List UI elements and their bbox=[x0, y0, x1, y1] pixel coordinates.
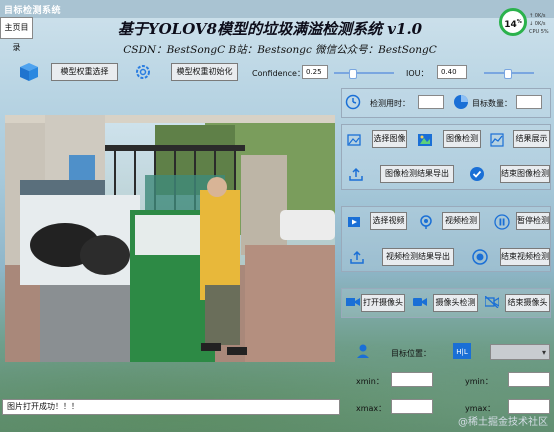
image-detect-button[interactable]: 图像检测 bbox=[443, 130, 481, 148]
cpu-gauge: 14% bbox=[499, 8, 527, 36]
confidence-label: Confidence： bbox=[252, 69, 305, 78]
performance-widget: 14% ↑ 0K/s ↓ 0K/s CPU 5% bbox=[499, 8, 549, 40]
confidence-spinbox[interactable]: 0.25 bbox=[302, 65, 328, 79]
target-box-icon: H|L bbox=[453, 343, 471, 359]
confidence-slider-handle[interactable] bbox=[349, 69, 357, 79]
open-camera-button[interactable]: 打开摄像头 bbox=[361, 294, 405, 312]
pie-chart-icon bbox=[454, 95, 468, 109]
select-image-button[interactable]: 选择图像 bbox=[372, 130, 407, 148]
time-value bbox=[418, 95, 444, 109]
count-label: 目标数量： bbox=[472, 99, 512, 108]
iou-slider-handle[interactable] bbox=[504, 69, 512, 79]
video-export-icon bbox=[350, 250, 364, 264]
select-video-button[interactable]: 选择视频 bbox=[370, 212, 407, 230]
ymin-field bbox=[508, 372, 550, 387]
ymin-label: ymin： bbox=[465, 377, 493, 386]
time-label: 检测用时： bbox=[370, 99, 410, 108]
confidence-slider[interactable] bbox=[334, 69, 394, 79]
xmax-label: xmax： bbox=[356, 404, 387, 413]
app-window: 目标检测系统 主页目录 基于YOLOV8模型的垃圾满溢检测系统 v1.0 CSD… bbox=[0, 0, 554, 432]
target-select[interactable]: ▾ bbox=[490, 344, 550, 360]
video-detect-button[interactable]: 视频检测 bbox=[442, 212, 480, 230]
upload-rate: ↑ 0K/s bbox=[529, 13, 546, 19]
end-image-detect-button[interactable]: 结束图像检测 bbox=[500, 165, 550, 183]
webcam-icon bbox=[413, 298, 427, 306]
page-title: 基于YOLOV8模型的垃圾满溢检测系统 v1.0 bbox=[117, 20, 423, 38]
status-bar: 图片打开成功！！！ bbox=[2, 399, 340, 415]
title-bar: 目标检测系统 bbox=[0, 0, 554, 18]
window-title: 目标检测系统 bbox=[4, 6, 62, 16]
page-subtitle: CSDN：BestSongC B站：Bestsongc 微信公众号：BestSo… bbox=[123, 44, 437, 56]
count-value bbox=[516, 95, 542, 109]
image-export-button[interactable]: 图像检测结果导出 bbox=[380, 165, 454, 183]
pause-icon bbox=[494, 214, 510, 230]
stop-circle-icon bbox=[472, 249, 488, 265]
pause-detect-button[interactable]: 暂停检测 bbox=[516, 212, 550, 230]
check-circle-icon bbox=[470, 167, 484, 181]
model-select-button[interactable]: 模型权重选择 bbox=[51, 63, 118, 81]
chevron-down-icon: ▾ bbox=[541, 348, 546, 357]
cpu-unit: % bbox=[516, 19, 522, 25]
image-detect-icon bbox=[418, 134, 432, 146]
cube-icon bbox=[20, 63, 38, 81]
image-icon bbox=[347, 134, 361, 146]
video-export-button[interactable]: 视频检测结果导出 bbox=[382, 248, 454, 266]
target-position-label: 目标位置： bbox=[391, 349, 431, 358]
ymax-field bbox=[508, 399, 550, 414]
camera-off-icon bbox=[485, 296, 499, 308]
cpu-percent: 14 bbox=[504, 20, 517, 30]
menu-tab[interactable]: 主页目录 bbox=[0, 17, 33, 52]
xmin-label: xmin： bbox=[356, 377, 384, 386]
network-stats: ↑ 0K/s ↓ 0K/s CPU 5% bbox=[529, 12, 549, 36]
video-file-icon bbox=[348, 217, 360, 227]
image-preview bbox=[5, 115, 335, 362]
xmin-field bbox=[391, 372, 433, 387]
download-rate: ↓ 0K/s bbox=[529, 21, 546, 27]
show-result-button[interactable]: 结果展示 bbox=[513, 130, 550, 148]
xmax-field bbox=[391, 399, 433, 414]
camera-icon bbox=[346, 298, 360, 306]
end-camera-button[interactable]: 结束摄像头 bbox=[505, 294, 550, 312]
svg-text:H|L: H|L bbox=[456, 348, 468, 356]
gear-icon bbox=[136, 65, 150, 79]
clock-icon bbox=[345, 94, 361, 110]
cpu-usage: CPU 5% bbox=[529, 29, 549, 35]
iou-spinbox[interactable]: 0.40 bbox=[437, 65, 467, 79]
camera-detect-button[interactable]: 摄像头检测 bbox=[433, 294, 478, 312]
upload-icon bbox=[349, 167, 363, 181]
end-video-detect-button[interactable]: 结束视频检测 bbox=[500, 248, 550, 266]
model-init-button[interactable]: 模型权重初始化 bbox=[171, 63, 238, 81]
iou-label: IOU： bbox=[406, 69, 429, 78]
iou-slider[interactable] bbox=[484, 69, 534, 79]
location-icon bbox=[357, 344, 369, 358]
chart-line-icon bbox=[490, 133, 504, 147]
video-detect-icon bbox=[420, 215, 432, 229]
watermark: @稀土掘金技术社区 bbox=[458, 417, 548, 428]
